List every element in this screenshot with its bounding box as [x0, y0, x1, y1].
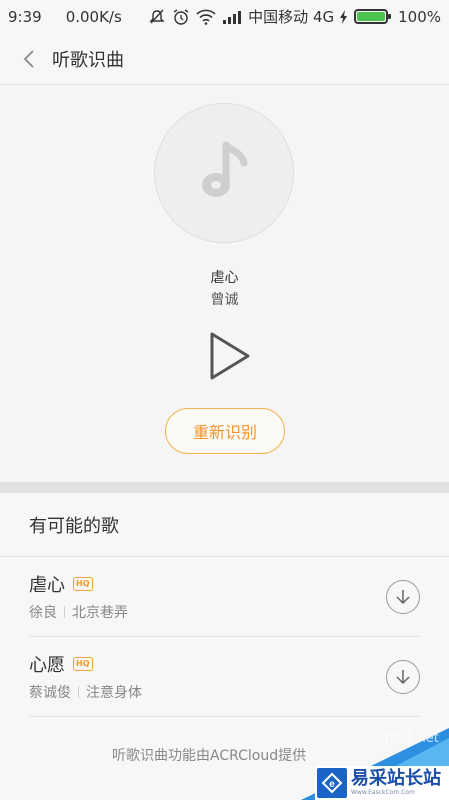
song-item-title: 虐心 — [29, 575, 65, 596]
retry-button[interactable]: 重新识别 — [165, 408, 285, 454]
song-title: 虐心 — [210, 270, 239, 286]
section-separator — [0, 482, 449, 493]
song-item-artist: 徐良 — [29, 605, 57, 621]
possible-songs-title: 有可能的歌 — [29, 516, 119, 537]
chevron-left-icon — [23, 49, 34, 68]
wifi-icon — [196, 9, 216, 25]
song-item-album: 注意身体 — [86, 685, 142, 701]
watermark-domain: jb51.net — [385, 731, 439, 746]
battery-percent: 100% — [398, 7, 441, 26]
footer-note: 听歌识曲功能由ACRCloud提供 — [112, 748, 307, 764]
svg-text:e: e — [329, 779, 335, 790]
play-button[interactable] — [204, 330, 256, 382]
hq-badge: HQ — [73, 657, 93, 671]
app-header: 听歌识曲 — [0, 33, 449, 85]
download-arrow-icon — [396, 670, 410, 685]
network-speed: 0.00K/s — [65, 7, 122, 26]
watermark-brand: 易采站长站 — [351, 768, 441, 789]
status-bar: 9:39 0.00K/s 中国移动 4G 100% — [0, 0, 449, 33]
album-disc — [154, 103, 294, 243]
divider — [29, 716, 420, 717]
song-artist: 曾诚 — [210, 292, 239, 308]
hq-badge: HQ — [73, 577, 93, 591]
meta-separator — [64, 606, 65, 618]
music-note-icon — [202, 141, 248, 197]
carrier-label: 中国移动 4G — [248, 8, 335, 26]
play-icon — [210, 332, 250, 380]
list-item[interactable]: 心愿 HQ 蔡诚俊 注意身体 — [0, 637, 449, 717]
status-time: 9:39 — [8, 7, 42, 26]
signal-icon — [222, 10, 242, 24]
meta-separator — [78, 686, 79, 698]
watermark-logo-icon: e — [317, 768, 347, 798]
recognition-result: 虐心 曾诚 重新识别 — [0, 86, 449, 482]
download-arrow-icon — [396, 590, 410, 605]
song-item-album: 北京巷弄 — [72, 605, 128, 621]
list-item[interactable]: 虐心 HQ 徐良 北京巷弄 — [0, 557, 449, 637]
battery-icon — [354, 9, 392, 24]
charging-icon — [340, 9, 348, 24]
page-title: 听歌识曲 — [52, 49, 124, 71]
song-item-title: 心愿 — [29, 655, 65, 676]
download-button[interactable] — [386, 660, 420, 694]
mute-icon — [148, 8, 166, 26]
watermark-badge: e 易采站长站 Www.EasckCom.Com — [315, 766, 449, 800]
back-button[interactable] — [18, 48, 40, 70]
song-item-artist: 蔡诚俊 — [29, 685, 71, 701]
download-button[interactable] — [386, 580, 420, 614]
watermark-url: Www.EasckCom.Com — [351, 789, 415, 796]
alarm-icon — [172, 8, 190, 26]
